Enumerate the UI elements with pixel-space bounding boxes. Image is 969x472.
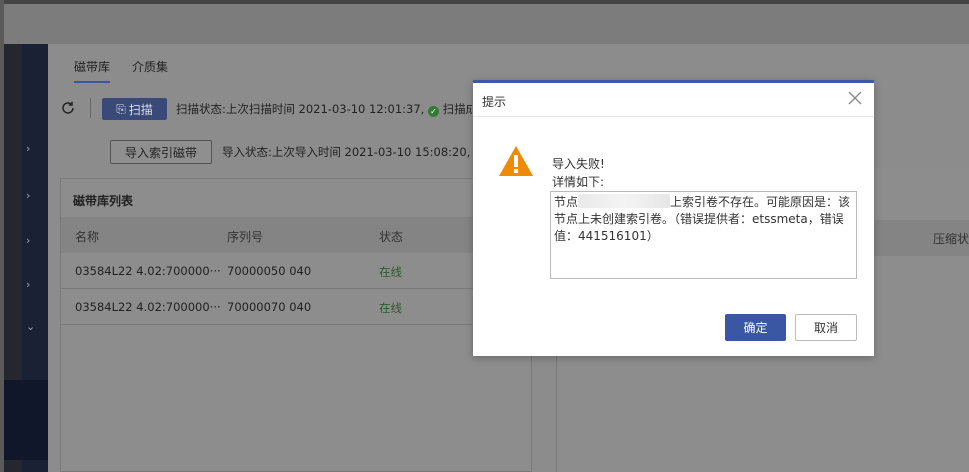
detail-prefix: 节点 (554, 195, 579, 209)
table-header: 名称 序列号 状态 (61, 217, 533, 253)
table-row[interactable]: 03584L22 4.02:700000··· 70000050 040 在线 (61, 253, 533, 289)
column-header-compression[interactable]: 压缩状 (933, 230, 969, 247)
scan-status: 扫描状态:上次扫描时间 2021-03-10 12:01:37, ✓ 扫描成 (176, 101, 472, 117)
warning-icon (499, 146, 533, 176)
scan-status-result: 扫描成 (442, 102, 472, 116)
table-row[interactable]: 03584L22 4.02:700000··· 70000070 040 在线 (61, 289, 533, 325)
refresh-icon[interactable] (60, 100, 76, 116)
cell-name: 03584L22 4.02:700000··· (75, 300, 221, 314)
sidebar: › › › › ⌄ (4, 44, 48, 472)
scan-button-label: 扫描 (128, 102, 153, 117)
chevron-right-icon[interactable]: › (26, 189, 30, 202)
success-check-icon: ✓ (427, 106, 439, 117)
confirm-button[interactable]: 确定 (725, 314, 786, 341)
panel-title: 磁带库列表 (73, 194, 134, 208)
close-icon[interactable] (846, 89, 864, 107)
cell-serial: 70000070 040 (227, 300, 312, 314)
top-bar (4, 0, 969, 44)
scan-status-text: 扫描状态:上次扫描时间 2021-03-10 12:01:37, (176, 102, 425, 116)
tab-media-set[interactable]: 介质集 (132, 58, 168, 83)
tab-tape-library[interactable]: 磁带库 (74, 58, 111, 83)
sidebar-selected-item[interactable] (4, 380, 48, 460)
dialog-title: 提示 (482, 95, 507, 109)
column-header-serial[interactable]: 序列号 (227, 228, 263, 245)
column-header-status[interactable]: 状态 (379, 228, 403, 245)
scan-icon: ⎘ (116, 101, 126, 116)
cell-serial: 70000050 040 (227, 264, 312, 278)
error-detail-textarea[interactable]: 节点 上索引卷不存在。可能原因是：该节点上未创建索引卷。（错误提供者：etssme… (550, 191, 857, 279)
tab-bar: 磁带库 介质集 (74, 58, 168, 83)
column-header-name[interactable]: 名称 (75, 228, 99, 245)
chevron-down-icon[interactable]: ⌄ (26, 320, 35, 333)
import-index-tape-button[interactable]: 导入索引磁带 (110, 140, 212, 164)
chevron-right-icon[interactable]: › (26, 278, 30, 291)
dialog-detail-label: 详情如下: (552, 175, 605, 189)
chevron-right-icon[interactable]: › (26, 234, 30, 247)
import-status: 导入状态:上次导入时间 2021-03-10 15:08:20, (222, 145, 471, 159)
scan-button[interactable]: ⎘ 扫描 (102, 98, 167, 120)
dialog-divider (473, 116, 874, 117)
cell-status: 在线 (379, 265, 402, 279)
cancel-button[interactable]: 取消 (795, 314, 857, 341)
cell-name: 03584L22 4.02:700000··· (75, 264, 221, 278)
chevron-right-icon[interactable]: › (26, 142, 30, 155)
toolbar-divider (90, 98, 91, 118)
dialog-message: 导入失败! (552, 157, 605, 171)
alert-dialog: 提示 导入失败! 详情如下: 节点 上索引卷不存在。可能原因是：该节点上未创建索引… (473, 80, 874, 356)
tape-library-panel: 磁带库列表 名称 序列号 状态 03584L22 4.02:700000··· … (60, 178, 533, 472)
cell-status: 在线 (379, 301, 402, 315)
redacted-node-name (578, 194, 671, 208)
